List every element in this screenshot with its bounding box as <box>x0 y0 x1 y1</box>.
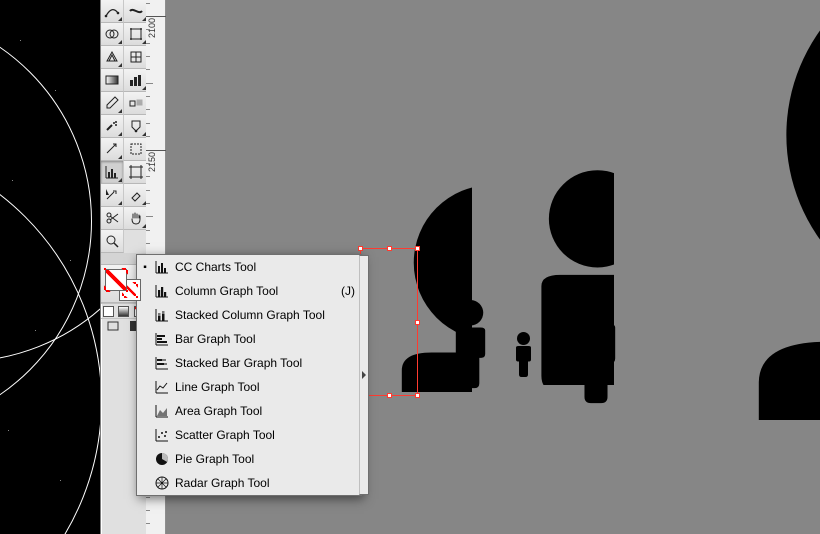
tool-artboard[interactable] <box>124 161 147 184</box>
canvas-shape-person[interactable] <box>446 300 516 426</box>
active-bullet-icon: ▪ <box>141 262 149 273</box>
tool-perspective[interactable] <box>101 46 124 69</box>
tool-gradient[interactable] <box>101 69 124 92</box>
flyout-item-label: Column Graph Tool <box>175 284 333 298</box>
graph-tool-icon <box>153 451 171 467</box>
tool-graph[interactable] <box>101 161 124 184</box>
tool-scissors[interactable] <box>101 207 124 230</box>
star-dot <box>70 260 71 261</box>
selection-handle[interactable] <box>415 393 420 398</box>
flyout-tearoff-handle[interactable] <box>359 255 369 495</box>
star-dot <box>20 40 21 41</box>
tool-slice[interactable] <box>101 138 124 161</box>
flyout-item-label: Scatter Graph Tool <box>175 428 347 442</box>
flyout-item-label: CC Charts Tool <box>175 260 347 274</box>
tool-shape-builder[interactable] <box>101 23 124 46</box>
flyout-item[interactable]: ▪ CC Charts Tool <box>137 255 361 279</box>
ruler-label: 2150 <box>148 152 157 172</box>
graph-tool-icon <box>153 355 171 371</box>
tool-live-paint-select[interactable] <box>124 138 147 161</box>
flyout-item-label: Bar Graph Tool <box>175 332 347 346</box>
star-dot <box>12 180 13 181</box>
tool-eraser[interactable] <box>124 184 147 207</box>
flyout-item[interactable]: Pie Graph Tool <box>137 447 361 471</box>
flyout-item[interactable]: Stacked Bar Graph Tool <box>137 351 361 375</box>
selection-handle[interactable] <box>415 246 420 251</box>
screen-mode-normal[interactable] <box>101 318 124 333</box>
tool-blend[interactable] <box>124 92 147 115</box>
star-dot <box>55 90 56 91</box>
tool-column-overview[interactable] <box>124 69 147 92</box>
flyout-item-shortcut: (J) <box>333 284 355 298</box>
graph-tool-icon <box>153 331 171 347</box>
flyout-item-label: Area Graph Tool <box>175 404 347 418</box>
graph-tool-icon <box>153 259 171 275</box>
graph-tool-icon <box>153 403 171 419</box>
graph-tool-icon <box>153 379 171 395</box>
left-dark-panel <box>0 0 100 534</box>
canvas-shape-person[interactable] <box>621 0 820 420</box>
flyout-item-label: Radar Graph Tool <box>175 476 347 490</box>
flyout-item[interactable]: Radar Graph Tool <box>137 471 361 495</box>
tool-curvature[interactable] <box>101 0 124 23</box>
flyout-item[interactable]: Bar Graph Tool <box>137 327 361 351</box>
chevron-right-icon <box>362 371 366 379</box>
graph-tool-flyout: ▪ CC Charts Tool Column Graph Tool(J) Stack… <box>136 254 362 496</box>
graph-tool-icon <box>153 427 171 443</box>
fill-swatch[interactable] <box>105 269 127 291</box>
star-dot <box>35 330 36 331</box>
star-dot <box>60 480 61 481</box>
flyout-item[interactable]: Scatter Graph Tool <box>137 423 361 447</box>
selection-handle[interactable] <box>415 320 420 325</box>
color-mode-solid[interactable] <box>101 303 116 318</box>
flyout-item-label: Pie Graph Tool <box>175 452 347 466</box>
selection-handle[interactable] <box>387 393 392 398</box>
tool-width[interactable] <box>124 0 147 23</box>
flyout-item-label: Stacked Bar Graph Tool <box>175 356 347 370</box>
flyout-item[interactable]: Area Graph Tool <box>137 399 361 423</box>
graph-tool-icon <box>153 475 171 491</box>
tool-mesh[interactable] <box>124 46 147 69</box>
flyout-item-label: Line Graph Tool <box>175 380 347 394</box>
graph-tool-icon <box>153 307 171 323</box>
tool-free-transform[interactable] <box>124 23 147 46</box>
tool-symbol-sprayer[interactable] <box>101 115 124 138</box>
tool-slice-select[interactable] <box>101 184 124 207</box>
tool-grid <box>101 0 147 253</box>
canvas-shape-person[interactable] <box>564 288 644 432</box>
tool-hand[interactable] <box>124 207 147 230</box>
tool-blank <box>124 230 147 253</box>
ruler-label: 2100 <box>148 18 157 38</box>
tool-zoom[interactable] <box>101 230 124 253</box>
app-root: 2100215022002250 <box>0 0 820 534</box>
selection-handle[interactable] <box>358 246 363 251</box>
canvas-shape-person[interactable] <box>511 332 561 422</box>
tool-live-paint[interactable] <box>124 115 147 138</box>
graph-tool-icon <box>153 283 171 299</box>
flyout-item-label: Stacked Column Graph Tool <box>175 308 347 322</box>
color-mode-gradient[interactable] <box>116 303 131 318</box>
selection-handle[interactable] <box>387 246 392 251</box>
flyout-item[interactable]: Stacked Column Graph Tool <box>137 303 361 327</box>
flyout-item[interactable]: Column Graph Tool(J) <box>137 279 361 303</box>
tool-eyedropper[interactable] <box>101 92 124 115</box>
star-dot <box>8 430 9 431</box>
flyout-item[interactable]: Line Graph Tool <box>137 375 361 399</box>
